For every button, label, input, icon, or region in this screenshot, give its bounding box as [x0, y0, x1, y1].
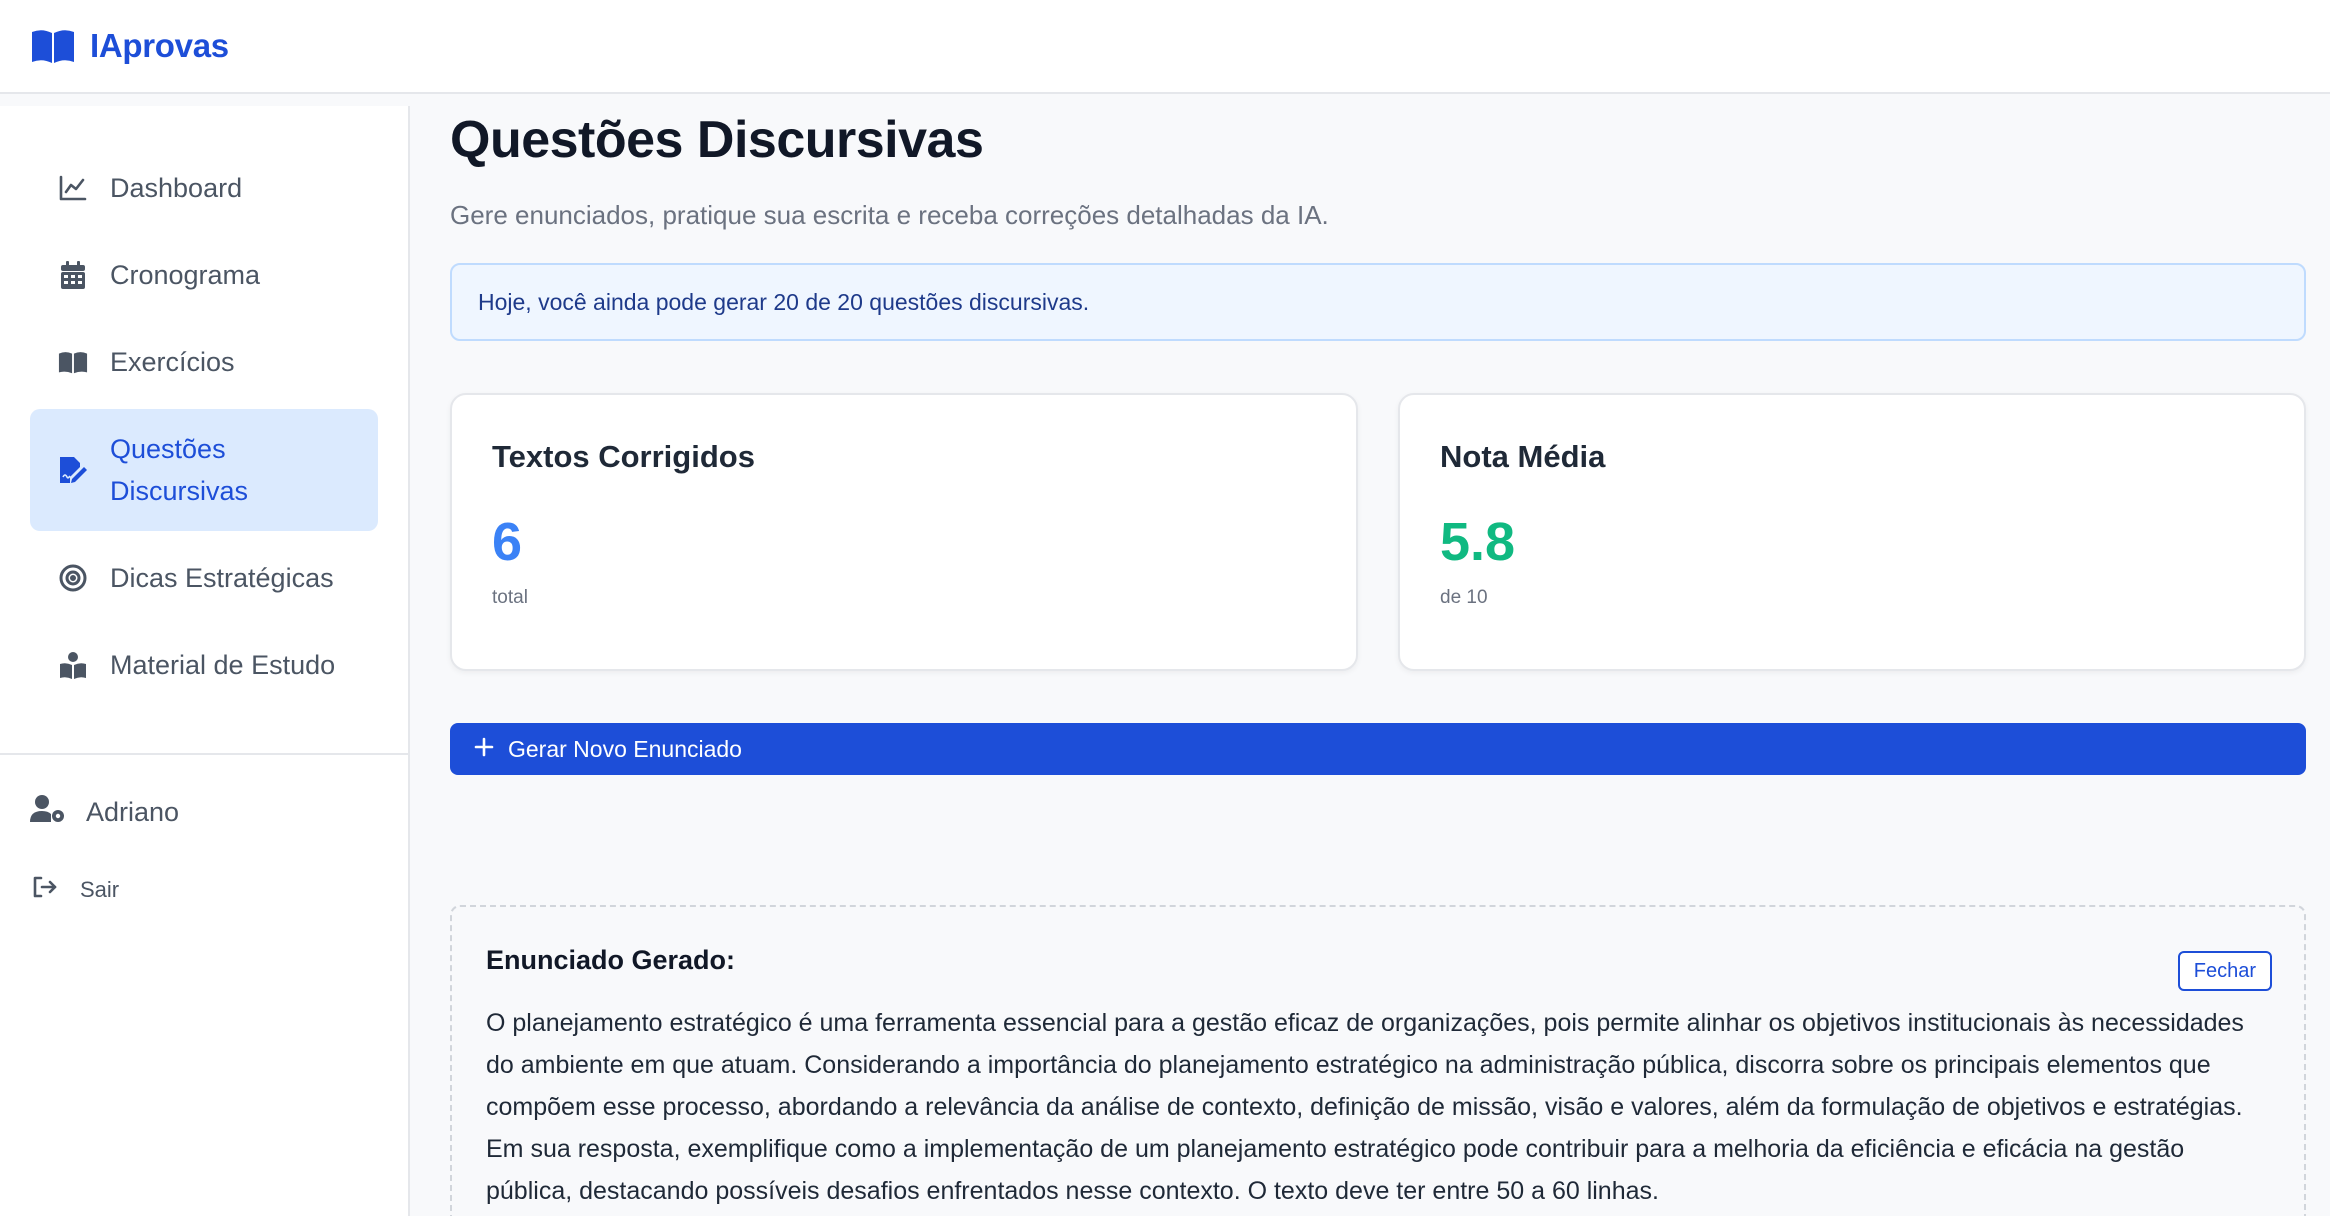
- stat-card-textos-corrigidos: Textos Corrigidos 6 total: [450, 393, 1358, 671]
- main-content: Questões Discursivas Gere enunciados, pr…: [450, 106, 2306, 1216]
- target-icon: [58, 563, 88, 593]
- book-open-icon: [58, 347, 88, 377]
- sidebar-item-label: Cronograma: [110, 259, 261, 290]
- sidebar-item-exercicios[interactable]: Exercícios: [30, 322, 378, 402]
- plus-icon: [474, 736, 494, 763]
- sidebar-item-label: Dashboard: [110, 172, 243, 203]
- stat-caption: de 10: [1440, 587, 1488, 608]
- chart-line-icon: [58, 173, 88, 203]
- calendar-icon: [58, 260, 88, 290]
- sidebar-divider: [0, 753, 408, 755]
- stat-value: 6: [492, 512, 523, 572]
- statement-title: Enunciado Gerado:: [486, 945, 736, 975]
- book-open-logo-icon: [30, 27, 76, 65]
- sidebar-nav: Dashboard Cronograma Exercícios Questões…: [0, 106, 408, 705]
- brand[interactable]: IAprovas: [30, 27, 229, 65]
- sidebar-item-questoes-discursivas[interactable]: Questões Discursivas: [30, 409, 378, 531]
- sidebar-item-label: Questões Discursivas: [110, 434, 249, 506]
- generated-statement-panel: Enunciado Gerado: Fechar O planejamento …: [450, 905, 2306, 1216]
- stat-value: 5.8: [1440, 512, 1516, 572]
- stat-title: Nota Média: [1440, 439, 1606, 474]
- sidebar-item-label: Exercícios: [110, 346, 235, 377]
- generate-statement-button[interactable]: Gerar Novo Enunciado: [450, 723, 2306, 775]
- page-subtitle: Gere enunciados, pratique sua escrita e …: [450, 200, 1329, 230]
- brand-name: IAprovas: [90, 27, 229, 64]
- user-name: Adriano: [86, 797, 180, 827]
- sidebar-item-cronograma[interactable]: Cronograma: [30, 235, 378, 315]
- statement-text: O planejamento estratégico é uma ferrame…: [486, 1009, 2244, 1205]
- sidebar-item-label: Dicas Estratégicas: [110, 562, 334, 593]
- sidebar-item-dicas-estrategicas[interactable]: Dicas Estratégicas: [30, 538, 378, 618]
- sidebar: Dashboard Cronograma Exercícios Questões…: [0, 106, 410, 1216]
- logout-label: Sair: [80, 877, 120, 902]
- stat-card-nota-media: Nota Média 5.8 de 10: [1398, 393, 2306, 671]
- sidebar-item-material-de-estudo[interactable]: Material de Estudo: [30, 625, 378, 705]
- logout-link[interactable]: Sair: [32, 876, 119, 904]
- quota-notice: Hoje, você ainda pode gerar 20 de 20 que…: [450, 263, 2306, 341]
- page-title: Questões Discursivas: [450, 111, 984, 169]
- close-button[interactable]: Fechar: [2177, 951, 2272, 991]
- top-header: IAprovas: [0, 0, 2330, 94]
- stat-title: Textos Corrigidos: [492, 439, 755, 474]
- sidebar-item-dashboard[interactable]: Dashboard: [30, 148, 378, 228]
- sign-out-icon: [32, 876, 58, 904]
- user-gear-icon: [30, 794, 66, 831]
- stat-caption: total: [492, 587, 528, 608]
- file-signature-icon: [58, 455, 88, 485]
- generate-button-label: Gerar Novo Enunciado: [508, 735, 742, 762]
- user-profile[interactable]: Adriano: [30, 794, 179, 831]
- book-reader-icon: [58, 650, 88, 680]
- stats-row: Textos Corrigidos 6 total Nota Média 5.8…: [450, 393, 2306, 671]
- sidebar-item-label: Material de Estudo: [110, 649, 336, 680]
